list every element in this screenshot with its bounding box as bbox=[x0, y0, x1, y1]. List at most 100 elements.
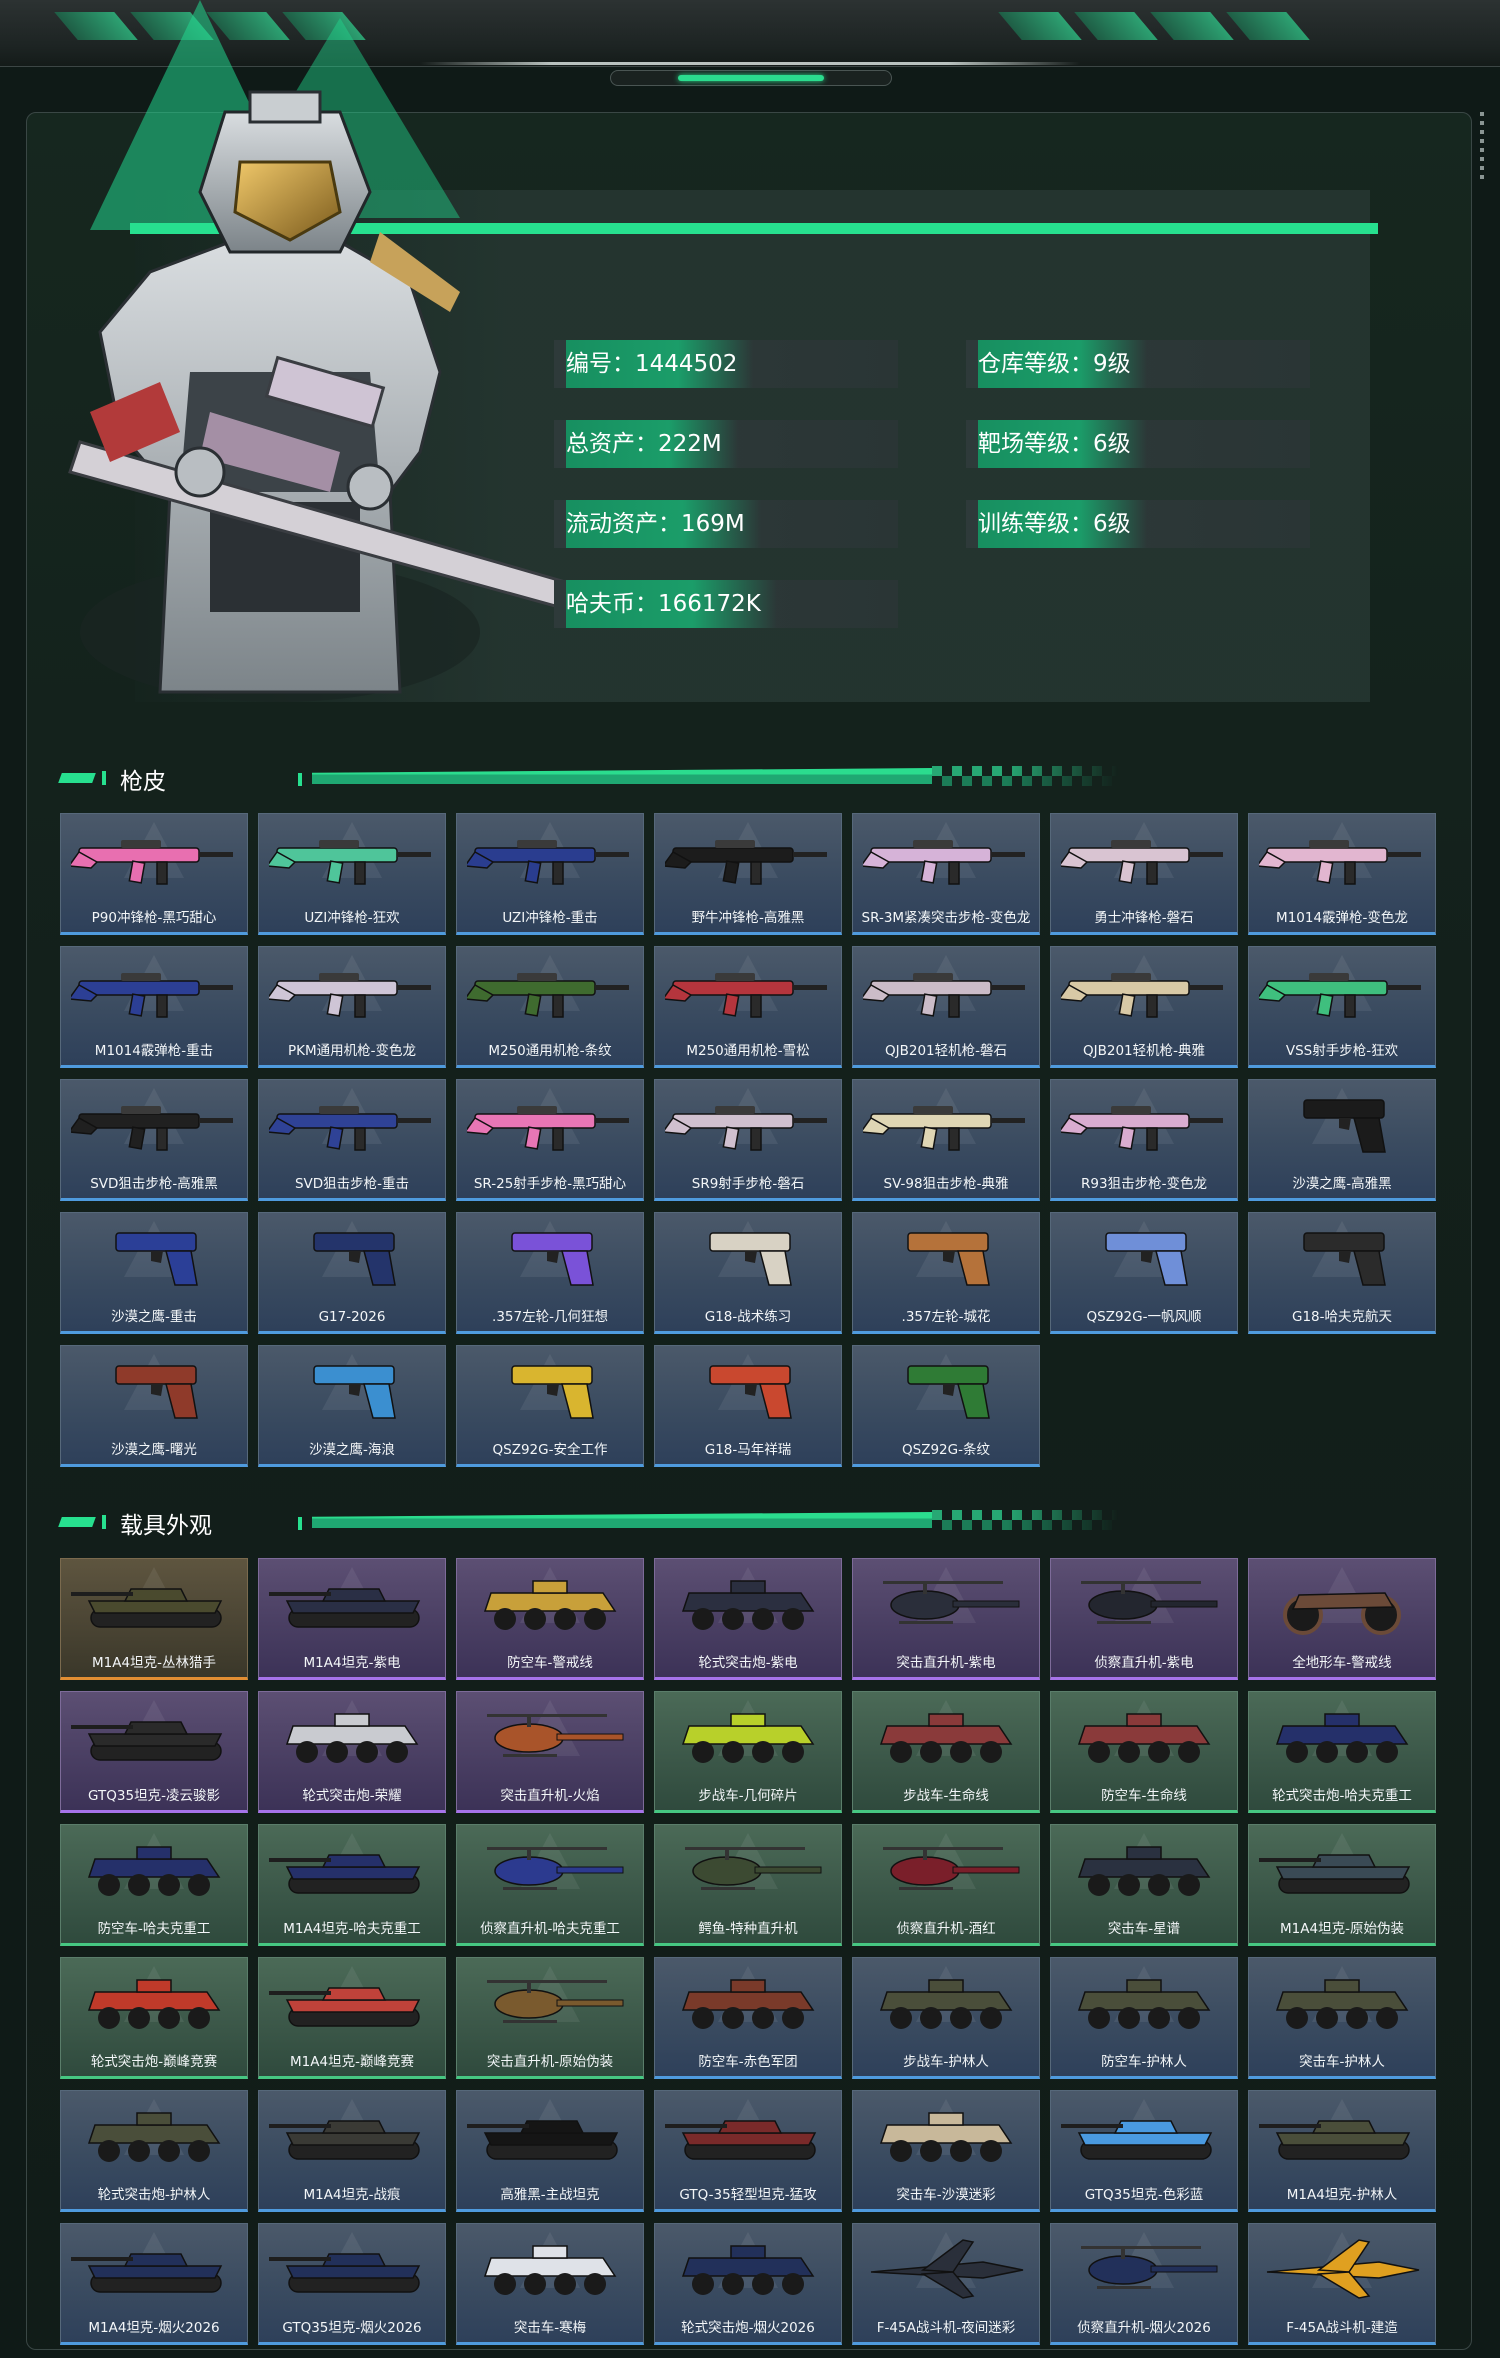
vehicle-skin-card[interactable]: 步战车-几何碎片 bbox=[654, 1691, 842, 1813]
item-name: 防空车-哈夫克重工 bbox=[97, 1921, 211, 1937]
vehicle-skin-card[interactable]: M1A4坦克-战痕 bbox=[258, 2090, 446, 2212]
vehicle-skin-card[interactable]: M1A4坦克-巅峰竞赛 bbox=[258, 1957, 446, 2079]
gun-skin-card[interactable]: M1014霰弹枪-重击 bbox=[60, 946, 248, 1068]
item-name: 防空车-警戒线 bbox=[507, 1655, 593, 1671]
vehicle-skin-card[interactable]: 防空车-护林人 bbox=[1050, 1957, 1238, 2079]
vehicle-skin-card[interactable]: 突击直升机-紫电 bbox=[852, 1558, 1040, 1680]
vehicle-skin-card[interactable]: 鳄鱼-特种直升机 bbox=[654, 1824, 842, 1946]
gun-skin-card[interactable]: G18-哈夫克航天 bbox=[1248, 1212, 1436, 1334]
vehicle-skin-card[interactable]: 突击车-星谱 bbox=[1050, 1824, 1238, 1946]
gun-skin-card[interactable]: M250通用机枪-条纹 bbox=[456, 946, 644, 1068]
stat-label: 编号： bbox=[566, 351, 635, 377]
gun-skin-card[interactable]: SR9射手步枪-磐石 bbox=[654, 1079, 842, 1201]
gun-skin-card[interactable]: 沙漠之鹰-曙光 bbox=[60, 1345, 248, 1467]
item-name: QSZ92G-条纹 bbox=[902, 1442, 990, 1458]
stat-value: 6级 bbox=[1093, 431, 1131, 457]
vehicle-skin-card[interactable]: 侦察直升机-哈夫克重工 bbox=[456, 1824, 644, 1946]
item-name: M1A4坦克-丛林猎手 bbox=[92, 1655, 216, 1671]
gun-skin-card[interactable]: G18-战术练习 bbox=[654, 1212, 842, 1334]
gun-skin-card[interactable]: SR-3M紧凑突击步枪-变色龙 bbox=[852, 813, 1040, 935]
item-name: 防空车-护林人 bbox=[1101, 2054, 1187, 2070]
vehicle-skin-card[interactable]: M1A4坦克-哈夫克重工 bbox=[258, 1824, 446, 1946]
gun-skin-card[interactable]: 沙漠之鹰-重击 bbox=[60, 1212, 248, 1334]
item-name: SR9射手步枪-磐石 bbox=[691, 1176, 805, 1192]
pistol-icon bbox=[863, 1354, 1029, 1426]
gun-skin-card[interactable]: P90冲锋枪-黑巧甜心 bbox=[60, 813, 248, 935]
vehicle-skin-card[interactable]: 防空车-赤色军团 bbox=[654, 1957, 842, 2079]
vehicle-skin-card[interactable]: 轮式突击炮-烟火2026 bbox=[654, 2223, 842, 2345]
gun-skin-card[interactable]: QSZ92G-一帆风顺 bbox=[1050, 1212, 1238, 1334]
vehicle-skin-card[interactable]: M1A4坦克-护林人 bbox=[1248, 2090, 1436, 2212]
vehicle-skin-card[interactable]: 步战车-生命线 bbox=[852, 1691, 1040, 1813]
vehicle-skin-card[interactable]: M1A4坦克-紫电 bbox=[258, 1558, 446, 1680]
item-name: G17-2026 bbox=[318, 1309, 386, 1325]
stat-value: 1444502 bbox=[635, 351, 738, 377]
gun-skin-card[interactable]: M250通用机枪-雪松 bbox=[654, 946, 842, 1068]
item-name: SVD狙击步枪-高雅黑 bbox=[90, 1176, 218, 1192]
vehicle-skin-card[interactable]: 轮式突击炮-紫电 bbox=[654, 1558, 842, 1680]
vehicle-skin-card[interactable]: 步战车-护林人 bbox=[852, 1957, 1040, 2079]
vehicle-skin-card[interactable]: 侦察直升机-酒红 bbox=[852, 1824, 1040, 1946]
gun-skin-card[interactable]: G18-马年祥瑞 bbox=[654, 1345, 842, 1467]
vehicle-skin-card[interactable]: 防空车-警戒线 bbox=[456, 1558, 644, 1680]
gun-skin-card[interactable]: QSZ92G-条纹 bbox=[852, 1345, 1040, 1467]
gun-skin-card[interactable]: 沙漠之鹰-高雅黑 bbox=[1248, 1079, 1436, 1201]
gun-skin-card[interactable]: PKM通用机枪-变色龙 bbox=[258, 946, 446, 1068]
gun-icon bbox=[67, 822, 237, 894]
vehicle-skin-card[interactable]: M1A4坦克-丛林猎手 bbox=[60, 1558, 248, 1680]
gun-skin-card[interactable]: 野牛冲锋枪-高雅黑 bbox=[654, 813, 842, 935]
vehicle-skin-card[interactable]: 突击车-寒梅 bbox=[456, 2223, 644, 2345]
pistol-icon bbox=[467, 1354, 633, 1426]
gun-skin-card[interactable]: SR-25射手步枪-黑巧甜心 bbox=[456, 1079, 644, 1201]
vehicle-skin-card[interactable]: F-45A战斗机-建造 bbox=[1248, 2223, 1436, 2345]
gun-skin-card[interactable]: VSS射手步枪-狂欢 bbox=[1248, 946, 1436, 1068]
gun-skin-card[interactable]: QSZ92G-安全工作 bbox=[456, 1345, 644, 1467]
vehicle-skin-card[interactable]: GTQ35坦克-色彩蓝 bbox=[1050, 2090, 1238, 2212]
scroll-indicator[interactable] bbox=[1480, 112, 1484, 182]
gun-skin-card[interactable]: UZI冲锋枪-狂欢 bbox=[258, 813, 446, 935]
section-title: 枪皮 bbox=[120, 769, 166, 795]
vehicle-skin-card[interactable]: 突击直升机-火焰 bbox=[456, 1691, 644, 1813]
gun-skin-card[interactable]: 沙漠之鹰-海浪 bbox=[258, 1345, 446, 1467]
vehicle-skin-card[interactable]: 防空车-生命线 bbox=[1050, 1691, 1238, 1813]
item-name: QJB201轻机枪-磐石 bbox=[884, 1043, 1007, 1059]
pistol-icon bbox=[71, 1221, 237, 1293]
vehicle-skin-card[interactable]: 突击直升机-原始伪装 bbox=[456, 1957, 644, 2079]
gun-skin-card[interactable]: SV-98狙击步枪-典雅 bbox=[852, 1079, 1040, 1201]
vehicle-skin-card[interactable]: GTQ-35轻型坦克-猛攻 bbox=[654, 2090, 842, 2212]
vehicle-skin-card[interactable]: GTQ35坦克-烟火2026 bbox=[258, 2223, 446, 2345]
vehicle-skin-card[interactable]: 突击车-护林人 bbox=[1248, 1957, 1436, 2079]
vehicle-skin-card[interactable]: 轮式突击炮-护林人 bbox=[60, 2090, 248, 2212]
gun-icon bbox=[859, 1088, 1029, 1160]
gun-skin-card[interactable]: G17-2026 bbox=[258, 1212, 446, 1334]
vehicle-skin-card[interactable]: F-45A战斗机-夜间迷彩 bbox=[852, 2223, 1040, 2345]
vehicle-skin-card[interactable]: 全地形车-警戒线 bbox=[1248, 1558, 1436, 1680]
vehicle-skin-card[interactable]: 防空车-哈夫克重工 bbox=[60, 1824, 248, 1946]
gun-icon bbox=[859, 822, 1029, 894]
item-name: M250通用机枪-条纹 bbox=[488, 1043, 612, 1059]
vehicle-skin-card[interactable]: M1A4坦克-原始伪装 bbox=[1248, 1824, 1436, 1946]
vehicle-skin-card[interactable]: 轮式突击炮-巅峰竞赛 bbox=[60, 1957, 248, 2079]
gun-skin-card[interactable]: QJB201轻机枪-典雅 bbox=[1050, 946, 1238, 1068]
vehicle-skin-card[interactable]: M1A4坦克-烟火2026 bbox=[60, 2223, 248, 2345]
helicopter-icon bbox=[1061, 2232, 1227, 2304]
gun-skin-card[interactable]: UZI冲锋枪-重击 bbox=[456, 813, 644, 935]
vehicle-skin-card[interactable]: GTQ35坦克-凌云骏影 bbox=[60, 1691, 248, 1813]
vehicle-skin-card[interactable]: 侦察直升机-紫电 bbox=[1050, 1558, 1238, 1680]
item-name: 步战车-几何碎片 bbox=[698, 1788, 798, 1804]
gun-skin-card[interactable]: SVD狙击步枪-高雅黑 bbox=[60, 1079, 248, 1201]
gun-skin-card[interactable]: 勇士冲锋枪-磐石 bbox=[1050, 813, 1238, 935]
gun-skin-card[interactable]: QJB201轻机枪-磐石 bbox=[852, 946, 1040, 1068]
vehicle-skin-card[interactable]: 突击车-沙漠迷彩 bbox=[852, 2090, 1040, 2212]
apc-icon bbox=[1061, 1700, 1227, 1772]
gun-skin-card[interactable]: SVD狙击步枪-重击 bbox=[258, 1079, 446, 1201]
gun-skin-card[interactable]: R93狙击步枪-变色龙 bbox=[1050, 1079, 1238, 1201]
vehicle-skin-card[interactable]: 高雅黑-主战坦克 bbox=[456, 2090, 644, 2212]
gun-skin-card[interactable]: M1014霰弹枪-变色龙 bbox=[1248, 813, 1436, 935]
vehicle-skin-card[interactable]: 轮式突击炮-哈夫克重工 bbox=[1248, 1691, 1436, 1813]
gun-skin-card[interactable]: .357左轮-几何狂想 bbox=[456, 1212, 644, 1334]
gun-skin-card[interactable]: .357左轮-城花 bbox=[852, 1212, 1040, 1334]
vehicle-skin-card[interactable]: 侦察直升机-烟火2026 bbox=[1050, 2223, 1238, 2345]
vehicle-skin-card[interactable]: 轮式突击炮-荣耀 bbox=[258, 1691, 446, 1813]
item-name: 轮式突击炮-巅峰竞赛 bbox=[90, 2054, 218, 2070]
